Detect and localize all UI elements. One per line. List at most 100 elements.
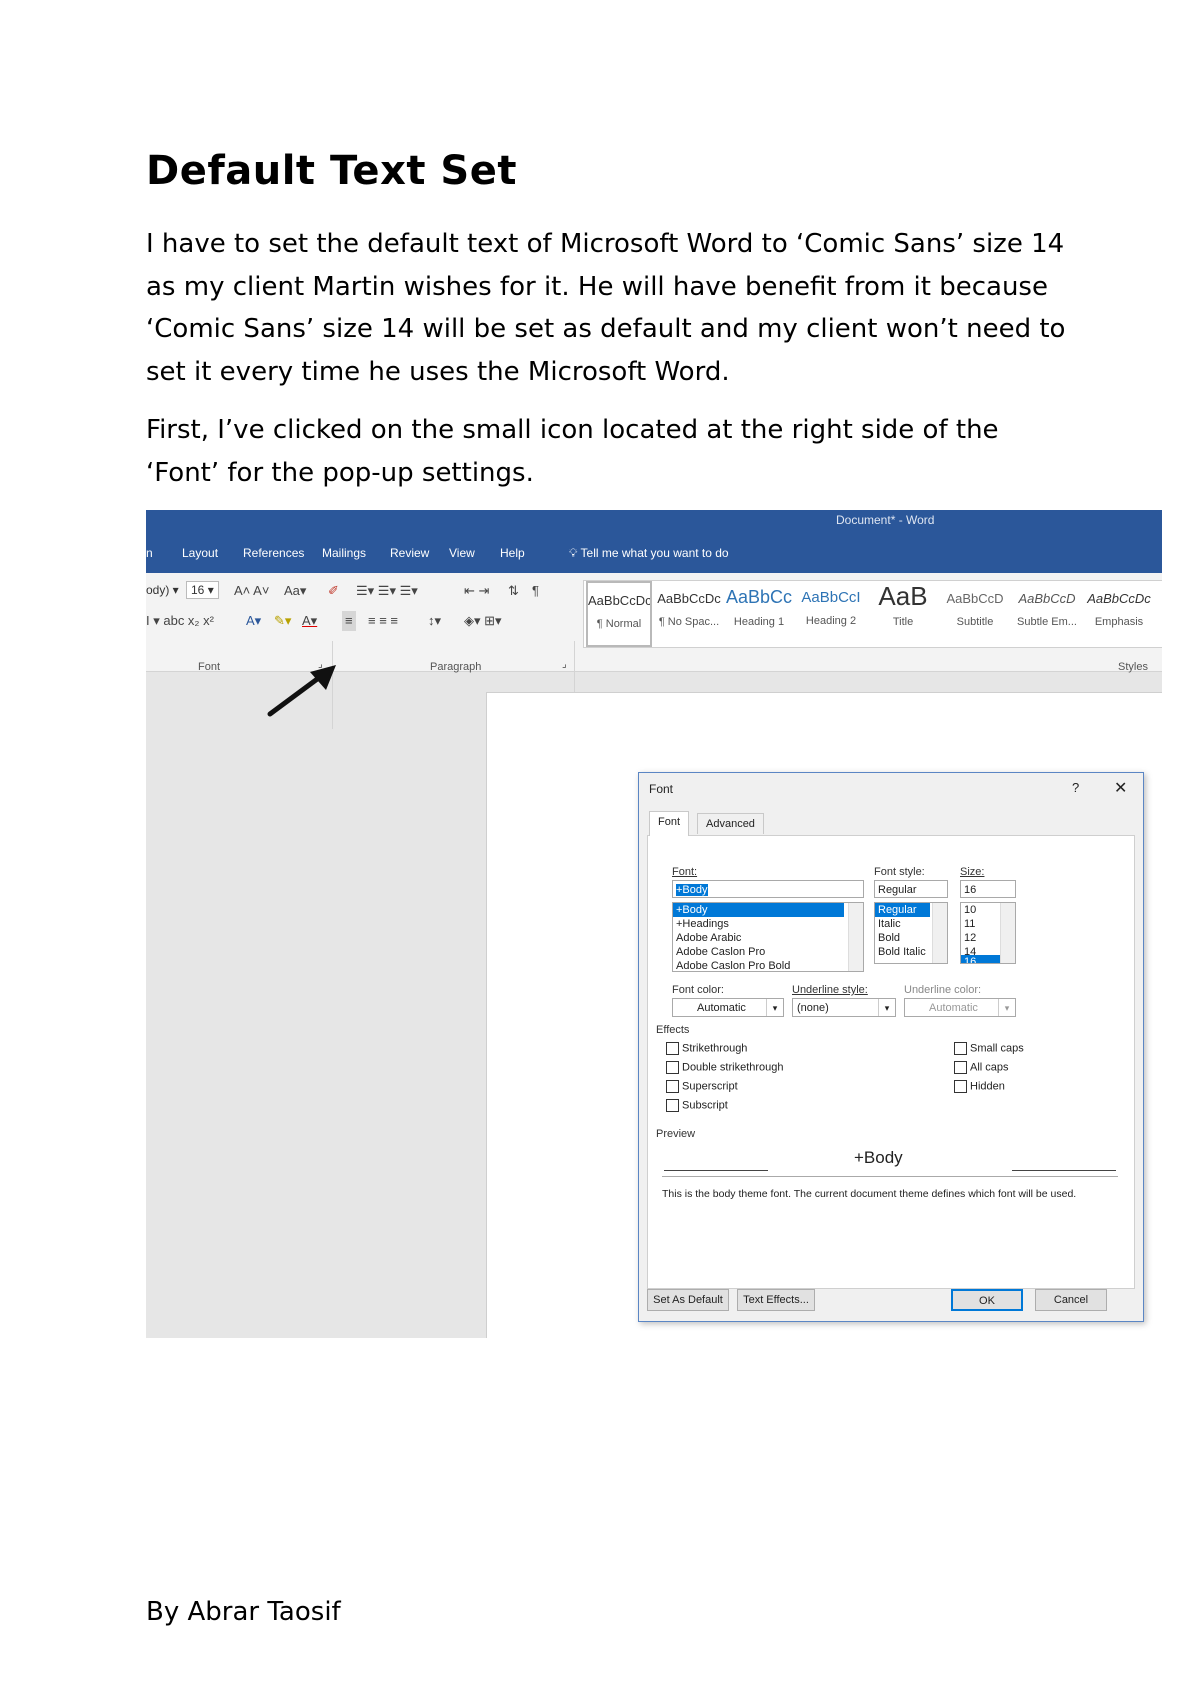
font-color-value: Automatic: [697, 1002, 746, 1014]
double-strikethrough-checkbox[interactable]: Double strikethrough: [666, 1061, 784, 1074]
font-name-value: ody): [146, 583, 170, 597]
tab-references[interactable]: References: [243, 546, 304, 560]
text-effects-button[interactable]: Text Effects...: [737, 1289, 815, 1311]
ribbon-title-bar: Document* - Word n Layout References Mai…: [146, 510, 1162, 573]
list-item[interactable]: Adobe Caslon Pro Bold: [673, 959, 863, 971]
font-style-list[interactable]: Regular Italic Bold Bold Italic: [874, 902, 948, 964]
paragraph-dialog-launcher-icon[interactable]: ⌟: [562, 655, 567, 675]
align-icons[interactable]: ≡ ≡ ≡: [368, 611, 398, 631]
scrollbar[interactable]: [1000, 903, 1015, 963]
tell-me-box[interactable]: 💡︎ Tell me what you want to do: [569, 546, 729, 561]
checkbox-box: [666, 1042, 679, 1055]
scrollbar[interactable]: [848, 903, 863, 971]
tell-me-label: Tell me what you want to do: [580, 546, 729, 560]
tab-advanced[interactable]: Advanced: [697, 813, 764, 834]
show-marks-icon[interactable]: ¶: [532, 581, 539, 601]
underline-style-label: Underline style:: [792, 984, 868, 996]
strikethrough-checkbox[interactable]: Strikethrough: [666, 1042, 747, 1055]
font-list[interactable]: +Body +Headings Adobe Arabic Adobe Caslo…: [672, 902, 864, 972]
size-list[interactable]: 10 11 12 14 16: [960, 902, 1016, 964]
scrollbar[interactable]: [932, 903, 947, 963]
change-case-icon[interactable]: Aa▾: [284, 581, 306, 601]
style-name: Heading 2: [805, 615, 857, 627]
indent-icons[interactable]: ⇤ ⇥: [464, 581, 489, 601]
style-emphasis[interactable]: AaBbCcDc Emphasis: [1086, 581, 1152, 647]
style-subtle-emphasis[interactable]: AaBbCcD Subtle Em...: [1014, 581, 1080, 647]
list-item[interactable]: Adobe Caslon Pro: [673, 945, 863, 959]
font-size-combo[interactable]: 16 ▾: [186, 581, 219, 599]
font-tab-panel: Font: +Body +Body +Headings Adobe Arabic…: [647, 835, 1135, 1289]
underline-style-value: (none): [797, 1002, 829, 1014]
style-no-spacing[interactable]: AaBbCcDc ¶ No Spac...: [656, 581, 722, 647]
underline-color-label: Underline color:: [904, 984, 982, 996]
sort-icon[interactable]: ⇅: [508, 581, 519, 601]
font-dialog: Font ? ✕ Font Advanced Font: +Body +Body…: [638, 772, 1144, 1322]
paragraph-intro: I have to set the default text of Micros…: [146, 229, 1066, 387]
list-item[interactable]: +Body: [673, 903, 844, 917]
arrow-icon: [267, 665, 336, 717]
line-spacing-icon[interactable]: ↕▾: [428, 611, 441, 631]
style-name: ¶ Normal: [596, 618, 642, 630]
font-name-combo[interactable]: ody) ▾: [146, 583, 179, 597]
list-item[interactable]: Adobe Arabic: [673, 931, 863, 945]
bullets-icon[interactable]: ☰▾ ☰▾ ☰▾: [356, 581, 418, 601]
tab-mailings[interactable]: Mailings: [322, 546, 366, 560]
style-heading-1[interactable]: AaBbCc Heading 1: [726, 581, 792, 647]
style-subtitle[interactable]: AaBbCcD Subtitle: [942, 581, 1008, 647]
effects-label: Effects: [656, 1024, 690, 1036]
small-caps-checkbox[interactable]: Small caps: [954, 1042, 1024, 1055]
text-format-icons[interactable]: I ▾ abc x₂ x²: [146, 611, 214, 631]
help-icon[interactable]: ?: [1072, 780, 1079, 795]
grow-font-icon[interactable]: A˄ A˅: [234, 581, 269, 601]
preview-note: This is the body theme font. The current…: [662, 1188, 1077, 1200]
tab-font[interactable]: Font: [649, 811, 690, 836]
tab-help[interactable]: Help: [500, 546, 525, 560]
group-label-styles: Styles: [1118, 661, 1148, 673]
text-effects-icon[interactable]: A▾: [246, 611, 261, 631]
cancel-button[interactable]: Cancel: [1035, 1289, 1107, 1311]
preview-line: [664, 1170, 768, 1171]
style-name: ¶ No Spac...: [658, 616, 720, 628]
style-sample: AaBbCcDc: [657, 591, 721, 606]
tab-partial[interactable]: n: [146, 546, 153, 560]
preview-line: [1012, 1170, 1116, 1171]
highlight-icon[interactable]: ✎▾: [274, 611, 291, 631]
align-left-icon[interactable]: ≡: [342, 611, 356, 631]
preview-sample: +Body: [854, 1148, 903, 1167]
list-item[interactable]: 16: [961, 955, 1000, 963]
set-as-default-button[interactable]: Set As Default: [647, 1289, 729, 1311]
paragraph-step-one: First, I’ve clicked on the small icon lo…: [146, 415, 999, 488]
clear-formatting-icon[interactable]: ✐: [328, 581, 339, 601]
ok-button[interactable]: OK: [951, 1289, 1023, 1311]
style-heading-2[interactable]: AaBbCcI Heading 2: [798, 581, 864, 647]
font-input[interactable]: +Body: [672, 880, 864, 898]
checkbox-label: Superscript: [682, 1080, 738, 1093]
font-color-label: Font color:: [672, 984, 724, 996]
checkbox-label: Subscript: [682, 1099, 728, 1112]
list-item[interactable]: +Headings: [673, 917, 863, 931]
group-label-paragraph: Paragraph: [430, 661, 482, 673]
list-item[interactable]: Regular: [875, 903, 930, 917]
style-name: Title: [892, 616, 914, 628]
style-title[interactable]: AaB Title: [870, 581, 936, 647]
close-icon[interactable]: ✕: [1114, 778, 1127, 798]
size-label: Size:: [960, 866, 985, 878]
all-caps-checkbox[interactable]: All caps: [954, 1061, 1009, 1074]
checkbox-box: [954, 1080, 967, 1093]
hidden-checkbox[interactable]: Hidden: [954, 1080, 1005, 1093]
style-sample: AaB: [878, 581, 928, 611]
tab-review[interactable]: Review: [390, 546, 429, 560]
size-input[interactable]: 16: [960, 880, 1016, 898]
font-color-select[interactable]: Automatic ▾: [672, 998, 784, 1017]
superscript-checkbox[interactable]: Superscript: [666, 1080, 738, 1093]
chevron-down-icon: ▾: [878, 999, 895, 1016]
tab-view[interactable]: View: [449, 546, 475, 560]
font-style-input[interactable]: Regular: [874, 880, 948, 898]
underline-style-select[interactable]: (none) ▾: [792, 998, 896, 1017]
style-normal[interactable]: AaBbCcDc ¶ Normal: [586, 581, 652, 647]
subscript-checkbox[interactable]: Subscript: [666, 1099, 728, 1112]
shading-icon[interactable]: ◈▾ ⊞▾: [464, 611, 502, 631]
font-color-icon[interactable]: A▾: [302, 611, 317, 631]
checkbox-box: [666, 1099, 679, 1112]
tab-layout[interactable]: Layout: [182, 546, 218, 560]
